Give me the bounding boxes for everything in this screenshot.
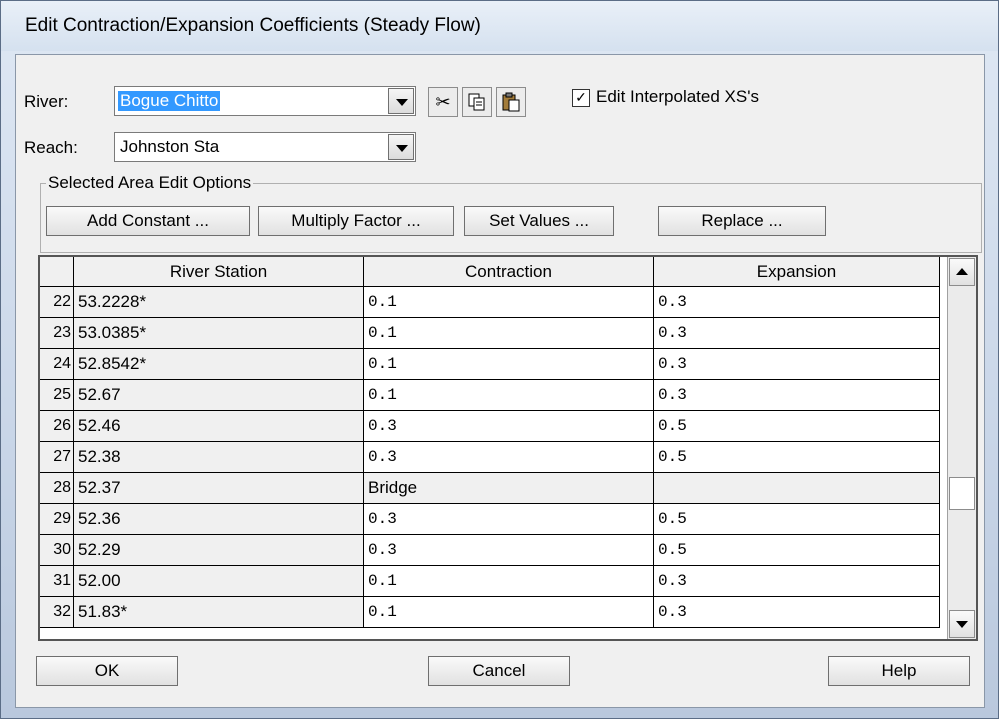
chevron-down-icon[interactable] — [388, 134, 414, 160]
window-title: Edit Contraction/Expansion Coefficients … — [25, 15, 481, 36]
contraction-cell[interactable]: 0.1 — [364, 597, 654, 628]
river-station-cell[interactable]: 53.0385* — [74, 318, 364, 349]
title-bar[interactable]: Edit Contraction/Expansion Coefficients … — [1, 1, 998, 51]
river-station-cell[interactable]: 52.67 — [74, 380, 364, 411]
add-constant-button[interactable]: Add Constant ... — [46, 206, 250, 236]
table-row: 26 52.46 0.3 0.5 — [40, 411, 940, 442]
row-number[interactable]: 31 — [40, 566, 74, 597]
river-dropdown[interactable]: Bogue Chitto — [114, 86, 416, 116]
chevron-down-icon[interactable] — [388, 88, 414, 114]
help-button[interactable]: Help — [828, 656, 970, 686]
expansion-cell[interactable]: 0.3 — [654, 566, 940, 597]
river-value: Bogue Chitto — [118, 91, 221, 111]
contraction-cell[interactable]: 0.1 — [364, 349, 654, 380]
edit-interpolated-label: Edit Interpolated XS's — [596, 87, 759, 106]
row-number[interactable]: 27 — [40, 442, 74, 473]
river-station-cell[interactable]: 52.00 — [74, 566, 364, 597]
river-station-cell[interactable]: 53.2228* — [74, 287, 364, 318]
reach-label: Reach: — [24, 138, 78, 157]
expansion-cell[interactable]: 0.5 — [654, 535, 940, 566]
contraction-cell[interactable]: 0.1 — [364, 380, 654, 411]
row-number[interactable]: 25 — [40, 380, 74, 411]
table-row: 25 52.67 0.1 0.3 — [40, 380, 940, 411]
vertical-scrollbar[interactable] — [947, 257, 976, 639]
row-number[interactable]: 24 — [40, 349, 74, 380]
row-number[interactable]: 30 — [40, 535, 74, 566]
table-row: 22 53.2228* 0.1 0.3 — [40, 287, 940, 318]
river-station-cell[interactable]: 52.38 — [74, 442, 364, 473]
contraction-cell[interactable]: 0.3 — [364, 504, 654, 535]
expansion-cell[interactable]: 0.3 — [654, 380, 940, 411]
expansion-cell — [654, 473, 940, 504]
table-row: 32 51.83* 0.1 0.3 — [40, 597, 940, 628]
row-number[interactable]: 28 — [40, 473, 74, 504]
table-row: 30 52.29 0.3 0.5 — [40, 535, 940, 566]
expansion-cell[interactable]: 0.5 — [654, 504, 940, 535]
row-number[interactable]: 26 — [40, 411, 74, 442]
dialog-window: Edit Contraction/Expansion Coefficients … — [0, 0, 999, 719]
expansion-cell[interactable]: 0.3 — [654, 287, 940, 318]
river-station-cell[interactable]: 51.83* — [74, 597, 364, 628]
table-row: 27 52.38 0.3 0.5 — [40, 442, 940, 473]
reach-dropdown[interactable]: Johnston Sta — [114, 132, 416, 162]
set-values-button[interactable]: Set Values ... — [464, 206, 614, 236]
replace-button[interactable]: Replace ... — [658, 206, 826, 236]
paste-icon — [502, 92, 520, 112]
river-station-header[interactable]: River Station — [74, 257, 364, 287]
river-station-cell[interactable]: 52.29 — [74, 535, 364, 566]
cut-button[interactable]: ✂ — [428, 87, 458, 117]
scroll-down-icon[interactable] — [949, 610, 975, 638]
copy-icon — [468, 93, 485, 111]
coefficients-table[interactable]: River Station Contraction Expansion 22 5… — [38, 255, 978, 641]
reach-value: Johnston Sta — [120, 137, 220, 156]
expansion-cell[interactable]: 0.5 — [654, 411, 940, 442]
scissors-icon: ✂ — [435, 92, 451, 112]
river-station-cell[interactable]: 52.36 — [74, 504, 364, 535]
row-number[interactable]: 22 — [40, 287, 74, 318]
row-number[interactable]: 23 — [40, 318, 74, 349]
contraction-cell[interactable]: 0.3 — [364, 535, 654, 566]
contraction-cell[interactable]: 0.1 — [364, 287, 654, 318]
river-station-cell[interactable]: 52.46 — [74, 411, 364, 442]
row-number[interactable]: 32 — [40, 597, 74, 628]
ok-button[interactable]: OK — [36, 656, 178, 686]
dialog-body: River: Bogue Chitto ✂ ✓ Edit Interpolate… — [15, 54, 985, 708]
expansion-cell[interactable]: 0.3 — [654, 349, 940, 380]
river-label: River: — [24, 92, 69, 111]
table-row: 24 52.8542* 0.1 0.3 — [40, 349, 940, 380]
expansion-cell[interactable]: 0.5 — [654, 442, 940, 473]
contraction-cell: Bridge — [364, 473, 654, 504]
table-row: 29 52.36 0.3 0.5 — [40, 504, 940, 535]
scroll-thumb[interactable] — [949, 477, 975, 510]
expansion-header[interactable]: Expansion — [654, 257, 940, 287]
selected-area-edit-options-title: Selected Area Edit Options — [46, 173, 254, 193]
expansion-cell[interactable]: 0.3 — [654, 318, 940, 349]
contraction-cell[interactable]: 0.1 — [364, 318, 654, 349]
row-number-header — [40, 257, 74, 287]
multiply-factor-button[interactable]: Multiply Factor ... — [258, 206, 454, 236]
river-station-cell[interactable]: 52.8542* — [74, 349, 364, 380]
copy-button[interactable] — [462, 87, 492, 117]
contraction-header[interactable]: Contraction — [364, 257, 654, 287]
contraction-cell[interactable]: 0.1 — [364, 566, 654, 597]
table-row: 23 53.0385* 0.1 0.3 — [40, 318, 940, 349]
row-number[interactable]: 29 — [40, 504, 74, 535]
table-row: 31 52.00 0.1 0.3 — [40, 566, 940, 597]
expansion-cell[interactable]: 0.3 — [654, 597, 940, 628]
river-station-cell[interactable]: 52.37 — [74, 473, 364, 504]
paste-button[interactable] — [496, 87, 526, 117]
contraction-cell[interactable]: 0.3 — [364, 442, 654, 473]
scroll-up-icon[interactable] — [949, 258, 975, 286]
contraction-cell[interactable]: 0.3 — [364, 411, 654, 442]
table-row: 28 52.37 Bridge — [40, 473, 940, 504]
cancel-button[interactable]: Cancel — [428, 656, 570, 686]
edit-interpolated-checkbox[interactable]: ✓ — [572, 89, 590, 107]
